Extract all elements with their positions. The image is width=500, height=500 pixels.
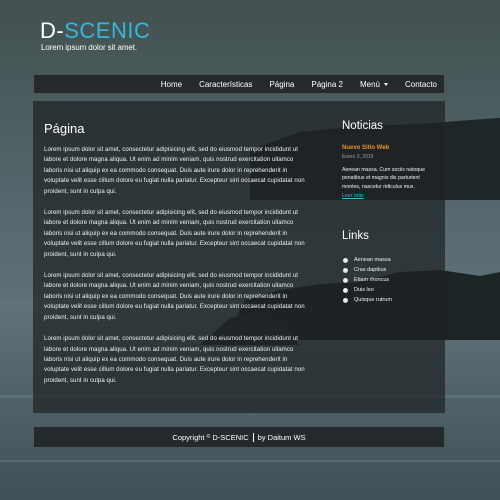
news-section-title: Noticias	[342, 120, 383, 132]
footer-brand: D-SCENIC	[212, 432, 249, 442]
link-label: Quisque rutrum	[354, 297, 392, 303]
site-tagline: Lorem ipsum dolor sit amet.	[41, 43, 138, 52]
main-content: Lorem ipsum dolor sit amet, consectetur …	[44, 145, 310, 397]
site-footer: Copyright © D-SCENIC by Daitum WS	[33, 426, 445, 448]
nav-item-home[interactable]: Home	[161, 80, 182, 89]
link-item[interactable]: Etiam rhoncus	[342, 275, 437, 285]
nav-item-label: Características	[199, 79, 253, 89]
link-label: Duis leo	[354, 287, 374, 293]
nav-item-label: Menú	[359, 79, 380, 89]
content-paragraph: Lorem ipsum dolor sit amet, consectetur …	[44, 209, 305, 258]
link-item[interactable]: Duis leo	[342, 285, 437, 295]
page-title: Página	[44, 121, 85, 136]
news-body-text: Aenean massa. Cum sociis natoque penatib…	[342, 166, 426, 190]
news-headline[interactable]: Nuevo Sitio Web	[342, 145, 437, 151]
bullet-icon	[343, 267, 348, 273]
nav-item-label: Contacto	[404, 79, 437, 89]
footer-separator	[252, 432, 254, 442]
nav-item-label: Página 2	[311, 79, 343, 89]
content-paragraph: Lorem ipsum dolor sit amet, consectetur …	[44, 335, 305, 384]
news-body: Aenean massa. Cum sociis natoque penatib…	[342, 166, 437, 201]
site-logo[interactable]: D-SCENIC	[40, 20, 150, 42]
logo-text-part2: SCENIC	[64, 18, 151, 43]
content-paragraph: Lorem ipsum dolor sit amet, consectetur …	[44, 272, 305, 321]
footer-credit-link[interactable]: by Daitum WS	[258, 433, 306, 442]
bullet-icon	[343, 257, 348, 263]
caret-down-icon	[383, 82, 388, 86]
bullet-icon	[343, 277, 348, 283]
main-navigation: Home Características Página Página 2 Men…	[33, 74, 445, 94]
link-label: Cras dapibus	[354, 267, 387, 273]
bullet-icon	[343, 297, 348, 303]
nav-item-caracteristicas[interactable]: Características	[199, 80, 252, 89]
sidebar: Noticias Nuevo Sitio Web Enero 3, 2015 A…	[342, 120, 437, 305]
content-panel: Página Lorem ipsum dolor sit amet, conse…	[33, 101, 445, 413]
content-paragraph: Lorem ipsum dolor sit amet, consectetur …	[44, 146, 305, 195]
read-more-link[interactable]: Leer más	[342, 192, 364, 201]
copyright-label: Copyright	[172, 432, 205, 442]
nav-item-pagina[interactable]: Página	[269, 80, 294, 89]
link-label: Aenean massa	[354, 257, 391, 263]
news-date: Enero 3, 2015	[342, 153, 374, 160]
logo-text-part1: D-	[40, 18, 65, 43]
nav-item-pagina-2[interactable]: Página 2	[311, 80, 343, 89]
link-item[interactable]: Aenean massa	[342, 255, 437, 265]
links-section-title: Links	[342, 229, 369, 242]
nav-item-menu[interactable]: Menú	[360, 80, 388, 89]
nav-item-label: Home	[160, 79, 183, 89]
nav-item-label: Página	[269, 79, 295, 89]
bullet-icon	[343, 287, 348, 293]
link-item[interactable]: Quisque rutrum	[342, 295, 437, 305]
links-list: Aenean massa Cras dapibus Etiam rhoncus …	[342, 255, 437, 305]
link-item[interactable]: Cras dapibus	[342, 265, 437, 275]
nav-items: Home Características Página Página 2 Men…	[144, 75, 437, 93]
copyright-symbol: ©	[206, 434, 211, 440]
link-label: Etiam rhoncus	[354, 277, 390, 283]
nav-item-contacto[interactable]: Contacto	[405, 80, 437, 89]
